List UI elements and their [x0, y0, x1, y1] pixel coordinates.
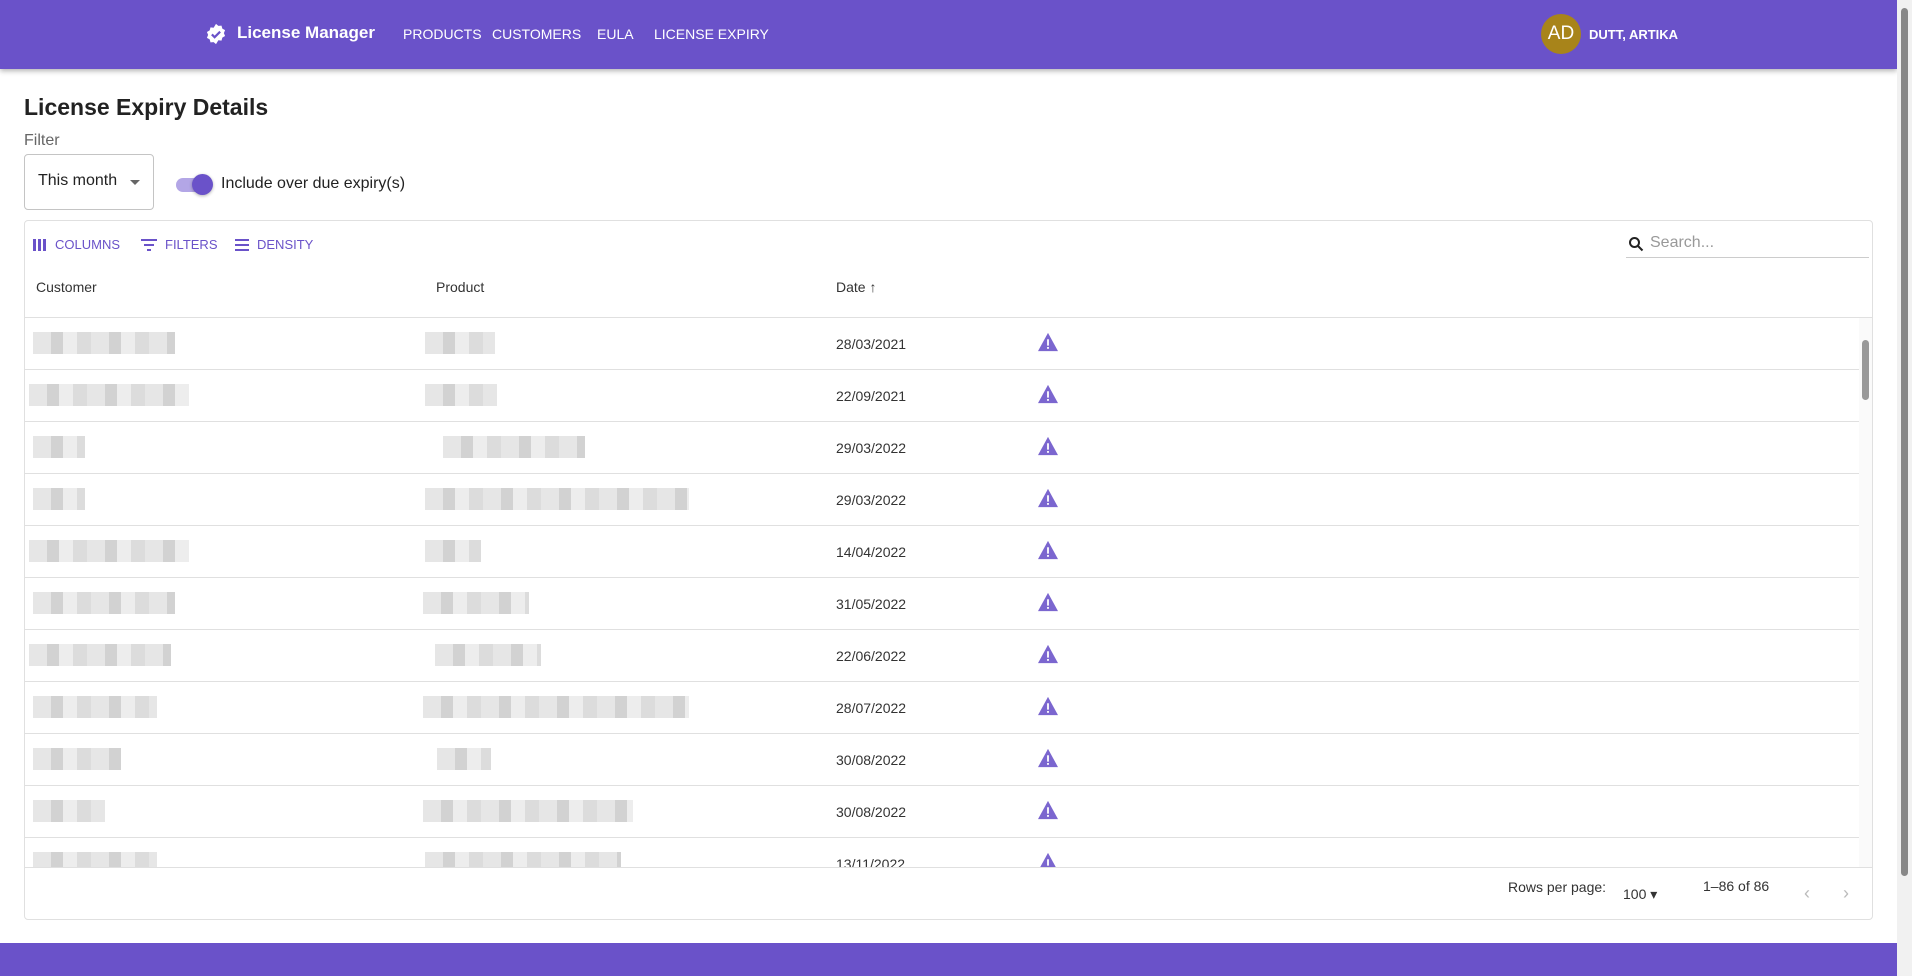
app-bar: License Manager PRODUCTS CUSTOMERS EULA …	[0, 0, 1897, 69]
table-row[interactable]: 14/04/2022	[25, 526, 1859, 578]
date-cell: 14/04/2022	[836, 544, 907, 560]
warning-icon	[1038, 644, 1058, 664]
redacted-product	[425, 384, 497, 406]
warning-icon	[1040, 852, 1056, 867]
warning-icon	[1038, 436, 1058, 456]
warning-icon	[1038, 800, 1058, 820]
redacted-customer	[29, 540, 189, 562]
filter-label: Filter	[24, 132, 60, 149]
date-cell: 28/03/2021	[836, 336, 907, 352]
column-header-product[interactable]: Product	[436, 279, 484, 295]
redacted-customer	[33, 852, 157, 867]
date-cell: 22/09/2021	[836, 388, 907, 404]
user-name[interactable]: DUTT, ARTIKA	[1589, 27, 1678, 42]
redacted-customer	[33, 436, 85, 458]
redacted-product	[435, 644, 541, 666]
pagination-range: 1–86 of 86	[1703, 878, 1770, 894]
redacted-customer	[33, 696, 157, 718]
page-scrollbar[interactable]	[1897, 0, 1912, 976]
date-cell: 30/08/2022	[836, 804, 907, 820]
redacted-product	[437, 748, 491, 770]
column-header-date[interactable]: Date ↑	[836, 279, 876, 295]
date-cell: 13/11/2022	[836, 856, 906, 867]
avatar[interactable]: AD	[1541, 14, 1581, 54]
table-row[interactable]: 22/06/2022	[25, 630, 1859, 682]
overdue-toggle[interactable]	[174, 174, 213, 195]
redacted-customer	[33, 592, 175, 614]
warning-icon	[1038, 384, 1058, 404]
search-icon	[1629, 237, 1644, 252]
warning-icon	[1038, 488, 1058, 508]
columns-icon	[33, 238, 46, 251]
table-row[interactable]: 22/09/2021	[25, 370, 1859, 422]
density-icon	[235, 238, 249, 251]
columns-button[interactable]: COLUMNS	[33, 237, 120, 252]
license-grid: COLUMNS FILTERS DENSITY Search... Custom…	[24, 220, 1873, 920]
redacted-product	[425, 332, 495, 354]
verified-badge-icon	[206, 23, 226, 45]
table-row[interactable]: 30/08/2022	[25, 786, 1859, 838]
overdue-toggle-label: Include over due expiry(s)	[221, 175, 406, 192]
redacted-product	[425, 852, 621, 867]
page-title: License Expiry Details	[24, 94, 269, 120]
redacted-customer	[33, 488, 85, 510]
next-page-button[interactable]: ›	[1843, 883, 1849, 904]
redacted-customer	[33, 748, 121, 770]
redacted-product	[443, 436, 585, 458]
footer-bar	[0, 943, 1897, 976]
filters-button[interactable]: FILTERS	[141, 237, 218, 252]
nav-products[interactable]: PRODUCTS	[403, 26, 482, 42]
column-header-customer[interactable]: Customer	[36, 279, 97, 295]
warning-icon	[1038, 696, 1058, 716]
date-cell: 31/05/2022	[836, 596, 907, 612]
warning-icon	[1038, 332, 1058, 352]
chevron-down-icon	[130, 180, 140, 190]
search-input[interactable]: Search...	[1626, 228, 1869, 258]
table-row[interactable]: 31/05/2022	[25, 578, 1859, 630]
date-cell: 29/03/2022	[836, 492, 907, 508]
warning-icon	[1038, 748, 1058, 768]
nav-eula[interactable]: EULA	[597, 26, 634, 42]
date-cell: 30/08/2022	[836, 752, 907, 768]
table-row[interactable]: 30/08/2022	[25, 734, 1859, 786]
sort-ascending-icon[interactable]: ↑	[869, 279, 876, 295]
filter-value: This month	[38, 172, 118, 189]
date-cell: 29/03/2022	[836, 440, 907, 456]
density-button[interactable]: DENSITY	[235, 237, 313, 252]
table-row[interactable]: 29/03/2022	[25, 474, 1859, 526]
redacted-customer	[29, 384, 189, 406]
filter-select[interactable]: This month	[24, 154, 154, 210]
rows-per-page-label: Rows per page:	[1508, 879, 1607, 895]
date-cell: 28/07/2022	[836, 700, 907, 716]
redacted-product	[423, 696, 689, 718]
warning-icon	[1038, 592, 1058, 612]
grid-scrollbar[interactable]	[1859, 318, 1872, 867]
previous-page-button[interactable]: ‹	[1804, 883, 1810, 904]
redacted-product	[425, 488, 689, 510]
app-title[interactable]: License Manager	[237, 23, 375, 43]
redacted-product	[423, 800, 633, 822]
table-row[interactable]: 13/11/2022	[25, 838, 1859, 867]
rows-per-page-select[interactable]: 100 ▾	[1623, 886, 1657, 903]
nav-license-expiry[interactable]: LICENSE EXPIRY	[654, 26, 769, 42]
date-cell: 22/06/2022	[836, 648, 907, 664]
redacted-product	[423, 592, 529, 614]
nav-customers[interactable]: CUSTOMERS	[492, 26, 581, 42]
redacted-product	[425, 540, 481, 562]
table-row[interactable]: 28/03/2021	[25, 318, 1859, 370]
warning-icon	[1038, 540, 1058, 560]
table-row[interactable]: 29/03/2022	[25, 422, 1859, 474]
redacted-customer	[29, 644, 171, 666]
redacted-customer	[33, 800, 105, 822]
filter-icon	[141, 238, 157, 251]
grid-body: 13/11/2022 30/08/2022 30/08/2022 28/07/2…	[25, 318, 1872, 867]
redacted-customer	[33, 332, 175, 354]
table-row[interactable]: 28/07/2022	[25, 682, 1859, 734]
